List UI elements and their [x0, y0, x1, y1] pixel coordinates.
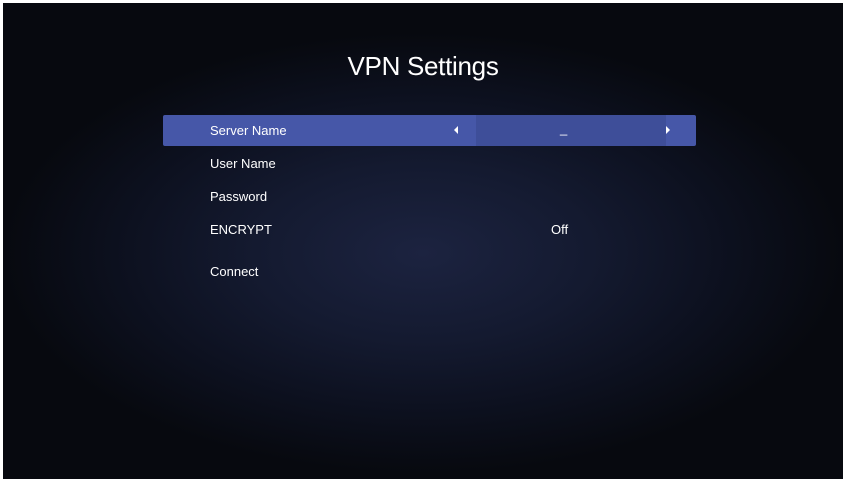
connect-label: Connect	[210, 264, 259, 279]
arrow-left-icon[interactable]	[454, 126, 458, 134]
encrypt-label: ENCRYPT	[210, 222, 272, 237]
menu-item-user-name[interactable]: User Name	[163, 148, 696, 179]
menu-item-server-name[interactable]: Server Name _	[163, 115, 696, 146]
arrow-right-icon[interactable]	[666, 126, 670, 134]
password-label: Password	[210, 189, 268, 204]
server-name-value: _	[560, 121, 568, 136]
user-name-label: User Name	[210, 156, 276, 171]
menu-item-password[interactable]: Password	[163, 181, 696, 212]
tv-screen: VPN Settings Server Name _ User Name Pas…	[3, 3, 843, 479]
menu-item-encrypt[interactable]: ENCRYPT Off	[163, 214, 696, 245]
server-name-input[interactable]: _	[476, 115, 666, 146]
page-title: VPN Settings	[347, 51, 499, 81]
menu-item-connect[interactable]: Connect	[163, 256, 696, 287]
server-name-label: Server Name	[210, 123, 287, 138]
encrypt-value: Off	[551, 222, 569, 237]
